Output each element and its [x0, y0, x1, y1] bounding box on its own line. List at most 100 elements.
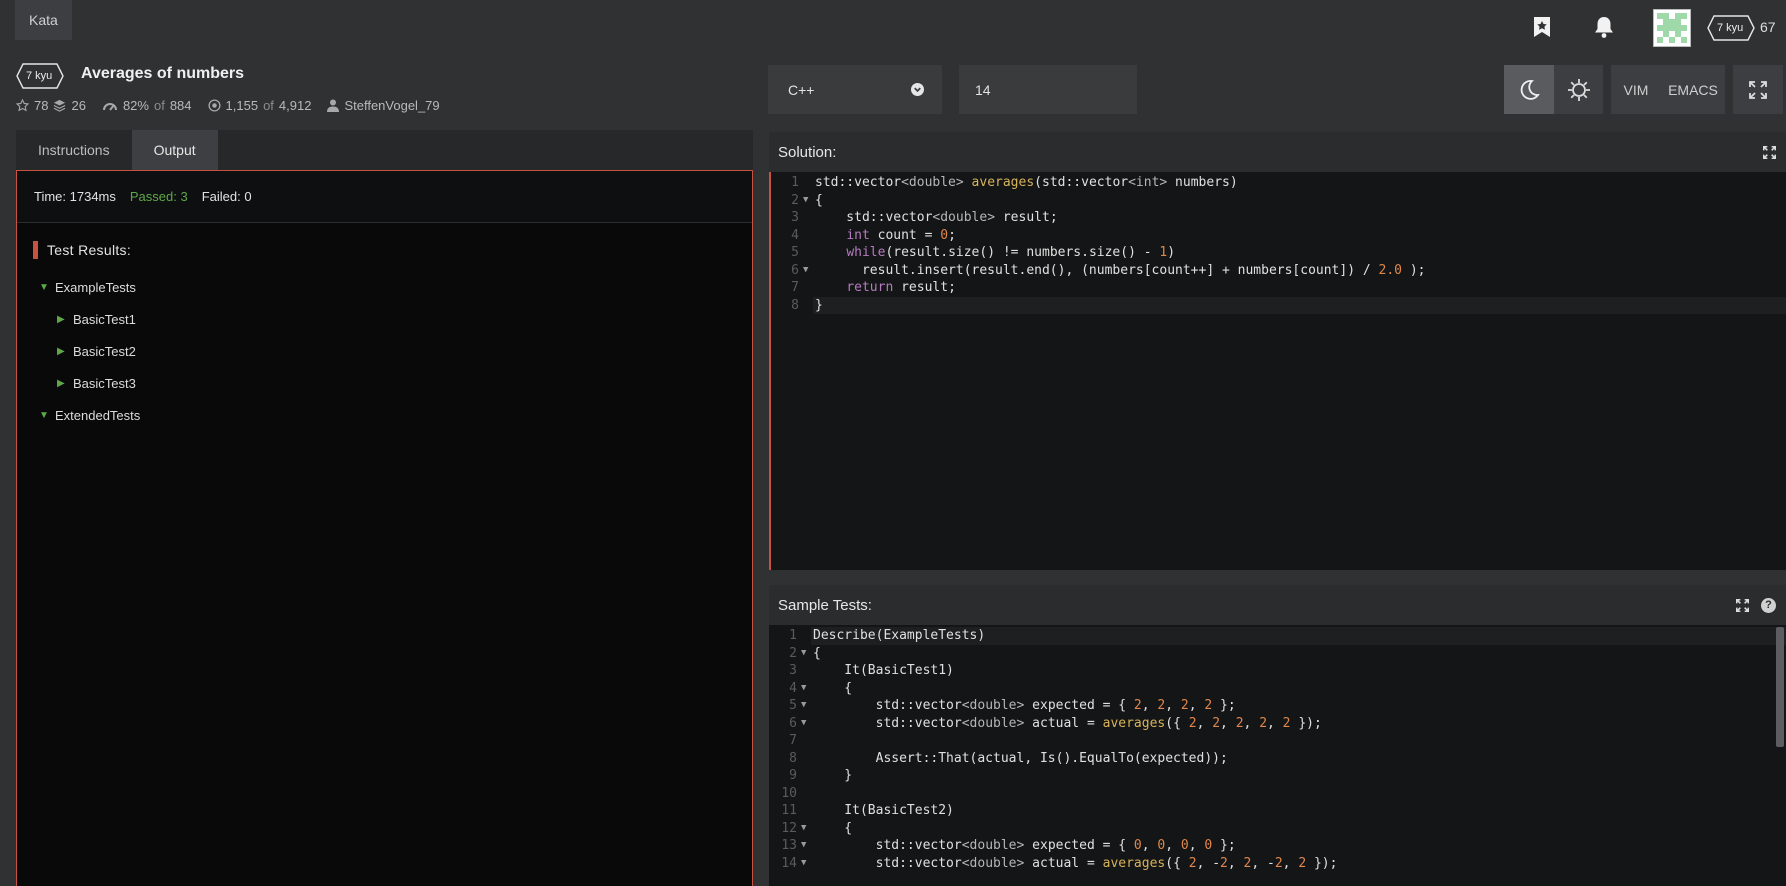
fold-gutter: [803, 227, 813, 245]
language-select[interactable]: C++: [768, 65, 942, 114]
author-stat[interactable]: SteffenVogel_79: [327, 98, 440, 113]
solution-code[interactable]: 1 std::vector<double> averages(std::vecto…: [771, 172, 1786, 314]
code-text: {: [813, 820, 853, 836]
tests-line[interactable]: 1 Describe(ExampleTests): [769, 627, 1786, 645]
fold-arrow-icon[interactable]: ▼: [801, 645, 811, 663]
test-item-basictest3[interactable]: ▶ BasicTest3: [17, 367, 752, 399]
test-item-basictest2[interactable]: ▶ BasicTest2: [17, 335, 752, 367]
bookmark-icon[interactable]: [1526, 10, 1558, 44]
tests-line[interactable]: 11 It(BasicTest2): [769, 802, 1786, 820]
solution-line[interactable]: 7 return result;: [771, 279, 1786, 297]
vim-mode-button[interactable]: VIM: [1611, 65, 1661, 114]
author-name[interactable]: SteffenVogel_79: [344, 98, 439, 113]
line-number: 5: [789, 698, 797, 713]
satisfaction-of: of: [153, 98, 165, 113]
light-theme-button[interactable]: [1554, 65, 1603, 114]
tests-line[interactable]: 13 ▼ std::vector<double> expected = { 0, …: [769, 837, 1786, 855]
code-text: }: [813, 768, 853, 783]
fold-arrow-icon[interactable]: ▼: [801, 680, 811, 698]
line-number: 14: [781, 855, 797, 871]
kata-title: Averages of numbers: [81, 65, 245, 82]
emacs-mode-button[interactable]: EMACS: [1661, 65, 1725, 114]
tests-line[interactable]: 12 ▼ {: [769, 820, 1786, 838]
help-icon[interactable]: ?: [1761, 597, 1776, 613]
stars-count: 78: [34, 98, 49, 113]
sun-icon: [1567, 78, 1590, 101]
stars-stat[interactable]: 78 26: [16, 98, 86, 113]
completed-count: 1,155: [225, 98, 259, 113]
tests-line[interactable]: 3 It(BasicTest1): [769, 662, 1786, 680]
language-version-select[interactable]: 14: [959, 65, 1137, 114]
fold-arrow-icon[interactable]: ▼: [801, 820, 811, 838]
test-group-extendedtests[interactable]: ▼ ExtendedTests: [17, 399, 752, 431]
solution-line[interactable]: 1 std::vector<double> averages(std::vecto…: [771, 174, 1786, 192]
fold-gutter: [801, 662, 811, 680]
sample-tests-code-editor[interactable]: 1 Describe(ExampleTests) 2 ▼{3 It(BasicTest…: [769, 625, 1786, 886]
tests-line[interactable]: 4 ▼ {: [769, 680, 1786, 698]
solution-line[interactable]: 5 while(result.size() != numbers.size() …: [771, 244, 1786, 262]
failed-count: Failed: 0: [201, 189, 252, 204]
scrollbar-thumb[interactable]: [1776, 627, 1784, 747]
code-text: {: [813, 645, 821, 661]
dark-theme-button[interactable]: [1504, 65, 1554, 114]
output-panel: Time: 1734ms Passed: 3 Failed: 0 Test Re…: [16, 170, 753, 886]
tests-line[interactable]: 2 ▼{: [769, 645, 1786, 663]
tests-line[interactable]: 8 Assert::That(actual, Is().EqualTo(expe…: [769, 750, 1786, 768]
tests-line[interactable]: 6 ▼ std::vector<double> actual = averages…: [769, 715, 1786, 733]
left-panel-tabs: Instructions Output: [16, 130, 753, 170]
tests-line[interactable]: 7: [769, 732, 1786, 750]
tests-line[interactable]: 5 ▼ std::vector<double> expected = { 2, 2…: [769, 697, 1786, 715]
solution-line[interactable]: 4 int count = 0;: [771, 227, 1786, 245]
notifications-bell-icon[interactable]: [1588, 10, 1620, 44]
code-text: while(result.size() != numbers.size() - …: [846, 245, 1176, 260]
tree-item-label: ExampleTests: [55, 279, 136, 295]
solution-code-editor[interactable]: 1 std::vector<double> averages(std::vecto…: [769, 172, 1786, 570]
code-text: std::vector<double> expected = { 0, 0, 0…: [813, 838, 1236, 853]
user-avatar[interactable]: [1653, 9, 1691, 47]
top-bar: Kata 7 kyu 67: [0, 0, 1786, 52]
tests-line[interactable]: 10: [769, 785, 1786, 803]
solution-line[interactable]: 3 std::vector<double> result;: [771, 209, 1786, 227]
kata-stats: 78 26 82% of 884 1,155 of 4,912 SteffenV…: [16, 98, 450, 113]
collapsed-triangle-icon: ▶: [57, 377, 65, 389]
line-number: 6: [789, 715, 797, 731]
fullscreen-button[interactable]: [1733, 65, 1783, 114]
line-number: 4: [789, 680, 797, 696]
expanded-triangle-icon: ▼: [39, 281, 49, 293]
test-results-tree: ▼ ExampleTests ▶ BasicTest1 ▶ BasicTest2…: [17, 271, 752, 431]
tests-line[interactable]: 9 }: [769, 767, 1786, 785]
run-time: Time: 1734ms: [34, 189, 116, 204]
expand-icon[interactable]: [1736, 598, 1749, 612]
code-text: }: [813, 296, 1786, 314]
collapsed-triangle-icon: ▶: [57, 345, 65, 357]
fold-arrow-icon[interactable]: ▼: [801, 837, 811, 855]
fold-arrow-icon[interactable]: ▼: [801, 697, 811, 715]
tab-instructions[interactable]: Instructions: [16, 130, 132, 170]
test-group-exampletests[interactable]: ▼ ExampleTests: [17, 271, 752, 303]
output-summary: Time: 1734ms Passed: 3 Failed: 0: [17, 171, 752, 223]
tab-output[interactable]: Output: [131, 130, 218, 170]
line-number: 8: [789, 750, 797, 766]
tree-item-label: BasicTest1: [73, 311, 136, 327]
fold-arrow-icon[interactable]: ▼: [801, 855, 811, 873]
expand-icon[interactable]: [1763, 145, 1776, 159]
fold-arrow-icon[interactable]: ▼: [801, 715, 811, 733]
fold-arrow-icon[interactable]: ▼: [803, 192, 813, 210]
fold-arrow-icon[interactable]: ▼: [803, 262, 813, 280]
code-text: {: [813, 680, 853, 696]
test-item-basictest1[interactable]: ▶ BasicTest1: [17, 303, 752, 335]
collapsed-triangle-icon: ▶: [57, 313, 65, 325]
line-number: 3: [791, 210, 799, 225]
user-rank-badge[interactable]: 7 kyu: [1707, 15, 1755, 41]
solution-line[interactable]: 2 ▼{: [771, 192, 1786, 210]
solution-title: Solution:: [778, 143, 837, 161]
user-icon: [327, 99, 340, 112]
kata-nav-tab[interactable]: Kata: [15, 0, 72, 40]
collections-count: 26: [71, 98, 86, 113]
sample-tests-code[interactable]: 1 Describe(ExampleTests) 2 ▼{3 It(BasicTest…: [769, 625, 1786, 872]
solution-line[interactable]: 8}: [771, 296, 1786, 314]
tests-line[interactable]: 14 ▼ std::vector<double> actual = average…: [769, 855, 1786, 873]
fold-gutter: [803, 209, 813, 227]
solution-line[interactable]: 6 ▼ result.insert(result.end(), (numbers[…: [771, 262, 1786, 280]
